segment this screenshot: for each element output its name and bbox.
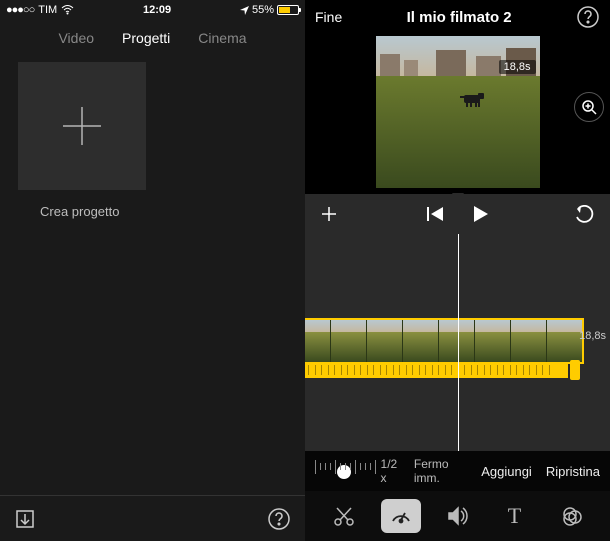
speed-controls: 1/2 x Fermo imm. Aggiungi Ripristina [305,451,610,491]
video-clip[interactable] [305,320,582,362]
preview-frame: 18,8s [376,36,540,188]
freeze-add-button[interactable]: Aggiungi [481,464,532,479]
volume-tool[interactable] [438,499,478,533]
speed-reset-button[interactable]: Ripristina [546,464,600,479]
tab-video[interactable]: Video [58,30,94,46]
zoom-button[interactable] [574,92,604,122]
carrier-label: TIM [38,4,57,16]
tab-progetti[interactable]: Progetti [122,30,170,46]
audio-trim-handle[interactable] [570,360,580,380]
project-title: Il mio filmato 2 [342,9,576,26]
help-button[interactable] [267,507,291,531]
create-project-label: Crea progetto [40,204,305,219]
help-button[interactable] [576,5,600,29]
video-preview[interactable]: 18,8s [305,34,610,194]
scissors-tool[interactable] [324,499,364,533]
tab-cinema[interactable]: Cinema [198,30,246,46]
speed-slider[interactable] [315,459,371,483]
play-button[interactable] [473,205,489,223]
done-button[interactable]: Fine [315,9,342,25]
speed-tool[interactable] [381,499,421,533]
status-bar: ●●●○○ TIM 12:09 55% [0,0,305,20]
timeline[interactable]: 18,8s [305,234,610,451]
battery-icon [277,5,299,15]
go-to-start-button[interactable] [427,206,445,222]
library-screen: ●●●○○ TIM 12:09 55% Video Progetti Cinem… [0,0,305,541]
clip-duration: 18,8s [579,330,606,342]
clock-label: 12:09 [143,4,171,16]
signal-dots-icon: ●●●○○ [6,4,34,16]
titles-tool[interactable]: T [495,499,535,533]
plus-icon [57,101,107,151]
speed-value: 1/2 x [381,457,404,485]
filters-tool[interactable] [552,499,592,533]
editor-screen: Fine Il mio filmato 2 18,8s [305,0,610,541]
editor-header: Fine Il mio filmato 2 [305,0,610,34]
freeze-frame-label: Fermo imm. [414,457,471,485]
playhead[interactable] [458,234,459,451]
wifi-icon [61,5,74,15]
preview-duration-badge: 18,8s [499,60,536,74]
transport-bar [305,194,610,234]
create-project-tile[interactable] [18,62,146,190]
tool-dock: T [305,491,610,541]
preview-subject [462,92,484,106]
undo-button[interactable] [574,205,596,223]
location-icon [240,6,249,15]
audio-track[interactable] [305,362,568,378]
status-right: 55% [240,4,299,16]
export-button[interactable] [14,508,36,530]
library-footer [0,495,305,541]
library-tabs: Video Progetti Cinema [0,20,305,58]
playhead-marker-icon [452,193,464,202]
status-left: ●●●○○ TIM [6,4,74,16]
battery-pct-label: 55% [252,4,274,16]
add-media-button[interactable] [319,204,339,224]
